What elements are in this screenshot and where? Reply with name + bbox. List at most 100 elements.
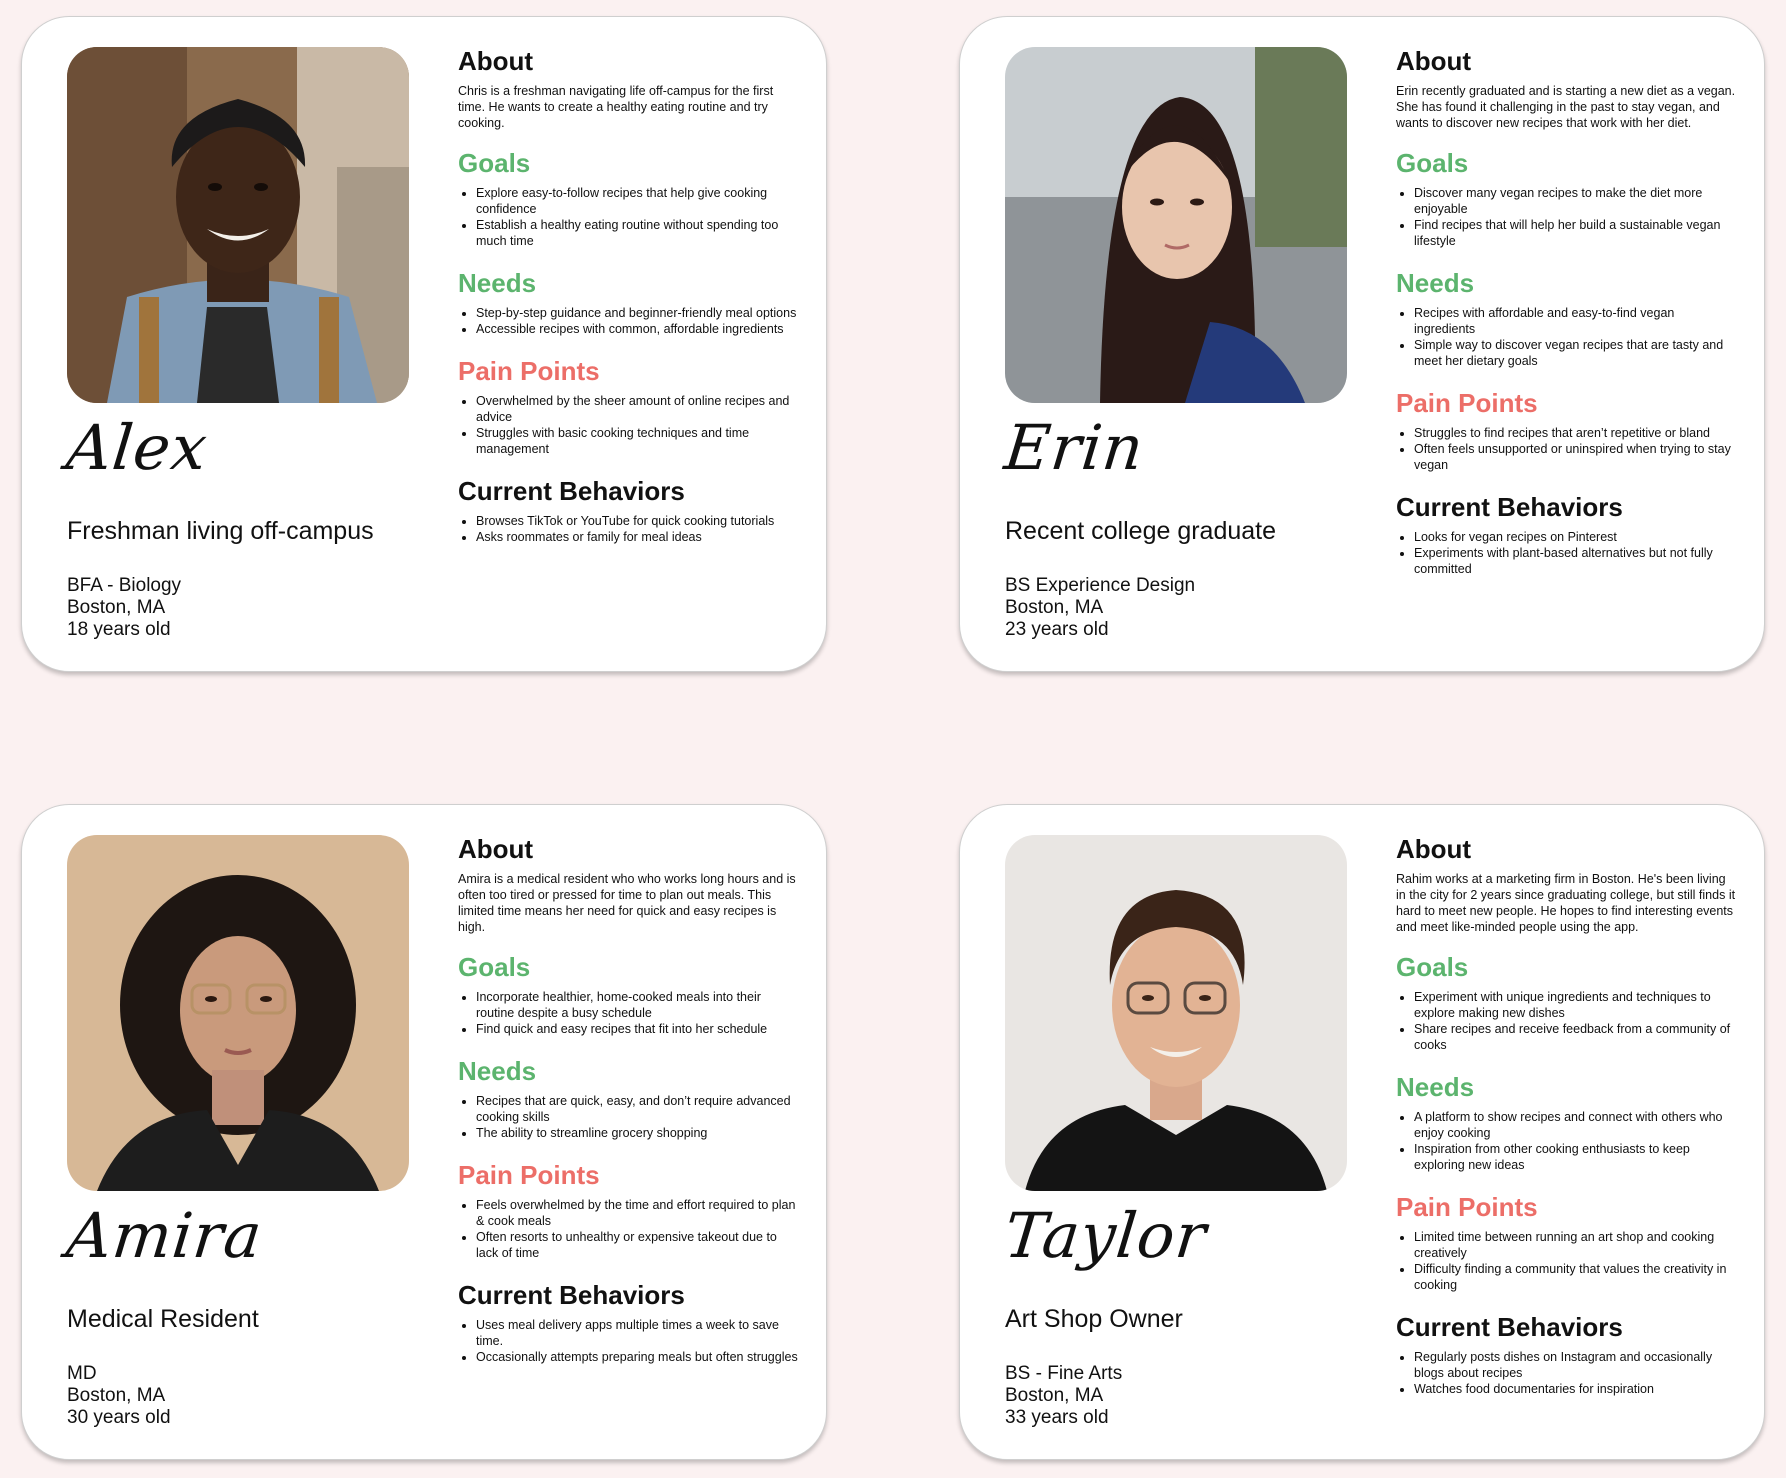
list-item: Inspiration from other cooking enthusias… (1414, 1141, 1736, 1173)
pain-points-list: Struggles to find recipes that aren’t re… (1396, 425, 1736, 473)
list-item: Incorporate healthier, home-cooked meals… (476, 989, 798, 1021)
pain-points-list: Limited time between running an art shop… (1396, 1229, 1736, 1293)
list-item: Find recipes that will help her build a … (1414, 217, 1736, 249)
persona-details: BFA - Biology Boston, MA 18 years old (67, 575, 181, 641)
persona-profile-sections: About Rahim works at a marketing firm in… (1396, 833, 1736, 1415)
about-text: Rahim works at a marketing firm in Bosto… (1396, 872, 1736, 934)
persona-role: Freshman living off-campus (67, 517, 374, 545)
persona-profile-sections: About Erin recently graduated and is sta… (1396, 45, 1736, 595)
current-behaviors-heading: Current Behaviors (458, 476, 685, 506)
persona-name: Taylor (1001, 1199, 1211, 1272)
needs-heading: Needs (458, 1056, 537, 1086)
pain-points-list: Overwhelmed by the sheer amount of onlin… (458, 393, 798, 457)
persona-name: Erin (1001, 411, 1148, 484)
behaviors-list: Browses TikTok or YouTube for quick cook… (458, 513, 798, 545)
goals-heading: Goals (458, 952, 531, 982)
list-item: Simple way to discover vegan recipes tha… (1414, 337, 1736, 369)
about-text: Amira is a medical resident who who work… (458, 872, 796, 934)
persona-details: MD Boston, MA 30 years old (67, 1363, 171, 1429)
about-text: Erin recently graduated and is starting … (1396, 84, 1736, 130)
list-item: Looks for vegan recipes on Pinterest (1414, 529, 1736, 545)
list-item: Occasionally attempts preparing meals bu… (476, 1349, 798, 1365)
persona-details: BS - Fine Arts Boston, MA 33 years old (1005, 1363, 1122, 1429)
current-behaviors-heading: Current Behaviors (1396, 492, 1623, 522)
persona-age: 23 years old (1005, 619, 1109, 640)
persona-name: Amira (63, 1199, 266, 1272)
list-item: Recipes that are quick, easy, and don’t … (476, 1093, 798, 1125)
needs-heading: Needs (1396, 1072, 1475, 1102)
persona-age: 30 years old (67, 1407, 171, 1428)
list-item: Often resorts to unhealthy or expensive … (476, 1229, 798, 1261)
persona-degree: MD (67, 1363, 97, 1384)
needs-heading: Needs (1396, 268, 1475, 298)
persona-photo-erin (1005, 47, 1347, 403)
pain-points-list: Feels overwhelmed by the time and effort… (458, 1197, 798, 1261)
list-item: Watches food documentaries for inspirati… (1414, 1381, 1736, 1397)
about-heading: About (458, 834, 534, 864)
persona-degree: BS - Fine Arts (1005, 1363, 1123, 1384)
persona-age: 33 years old (1005, 1407, 1109, 1428)
list-item: Uses meal delivery apps multiple times a… (476, 1317, 798, 1349)
persona-details: BS Experience Design Boston, MA 23 years… (1005, 575, 1195, 641)
list-item: A platform to show recipes and connect w… (1414, 1109, 1736, 1141)
list-item: Regularly posts dishes on Instagram and … (1414, 1349, 1736, 1381)
persona-location: Boston, MA (67, 597, 166, 618)
pain-points-heading: Pain Points (458, 1160, 600, 1190)
list-item: Often feels unsupported or uninspired wh… (1414, 441, 1736, 473)
persona-profile-sections: About Chris is a freshman navigating lif… (458, 45, 798, 563)
goals-heading: Goals (1396, 148, 1469, 178)
behaviors-list: Looks for vegan recipes on Pinterest Exp… (1396, 529, 1736, 577)
persona-card-amira: Amira Medical Resident MD Boston, MA 30 … (21, 804, 827, 1460)
persona-photo-amira (67, 835, 409, 1191)
persona-profile-sections: About Amira is a medical resident who wh… (458, 833, 798, 1383)
needs-list: Step-by-step guidance and beginner-frien… (458, 305, 798, 337)
persona-age: 18 years old (67, 619, 171, 640)
list-item: Difficulty finding a community that valu… (1414, 1261, 1736, 1293)
persona-photo-taylor (1005, 835, 1347, 1191)
behaviors-list: Uses meal delivery apps multiple times a… (458, 1317, 798, 1365)
list-item: Experiment with unique ingredients and t… (1414, 989, 1736, 1021)
list-item: Overwhelmed by the sheer amount of onlin… (476, 393, 798, 425)
persona-card-alex: Alex Freshman living off-campus BFA - Bi… (21, 16, 827, 672)
list-item: Feels overwhelmed by the time and effort… (476, 1197, 798, 1229)
pain-points-heading: Pain Points (458, 356, 600, 386)
needs-list: Recipes that are quick, easy, and don’t … (458, 1093, 798, 1141)
list-item: Step-by-step guidance and beginner-frien… (476, 305, 798, 321)
goals-list: Experiment with unique ingredients and t… (1396, 989, 1736, 1053)
about-heading: About (1396, 46, 1472, 76)
persona-name: Alex (63, 411, 212, 484)
list-item: Struggles with basic cooking techniques … (476, 425, 798, 457)
list-item: Find quick and easy recipes that fit int… (476, 1021, 798, 1037)
list-item: Experiments with plant-based alternative… (1414, 545, 1736, 577)
behaviors-list: Regularly posts dishes on Instagram and … (1396, 1349, 1736, 1397)
goals-list: Explore easy-to-follow recipes that help… (458, 185, 798, 249)
list-item: Accessible recipes with common, affordab… (476, 321, 798, 337)
persona-degree: BFA - Biology (67, 575, 182, 596)
needs-heading: Needs (458, 268, 537, 298)
persona-photo-alex (67, 47, 409, 403)
list-item: Struggles to find recipes that aren’t re… (1414, 425, 1736, 441)
about-heading: About (458, 46, 534, 76)
needs-list: A platform to show recipes and connect w… (1396, 1109, 1736, 1173)
goals-heading: Goals (458, 148, 531, 178)
persona-role: Recent college graduate (1005, 517, 1277, 545)
persona-location: Boston, MA (1005, 597, 1104, 618)
list-item: Browses TikTok or YouTube for quick cook… (476, 513, 798, 529)
list-item: Explore easy-to-follow recipes that help… (476, 185, 798, 217)
about-heading: About (1396, 834, 1472, 864)
list-item: Recipes with affordable and easy-to-find… (1414, 305, 1736, 337)
goals-heading: Goals (1396, 952, 1469, 982)
list-item: Discover many vegan recipes to make the … (1414, 185, 1736, 217)
persona-role: Medical Resident (67, 1305, 259, 1333)
current-behaviors-heading: Current Behaviors (458, 1280, 685, 1310)
goals-list: Discover many vegan recipes to make the … (1396, 185, 1736, 249)
list-item: The ability to streamline grocery shoppi… (476, 1125, 798, 1141)
persona-role: Art Shop Owner (1005, 1305, 1183, 1333)
persona-degree: BS Experience Design (1005, 575, 1196, 596)
current-behaviors-heading: Current Behaviors (1396, 1312, 1623, 1342)
list-item: Asks roommates or family for meal ideas (476, 529, 798, 545)
list-item: Limited time between running an art shop… (1414, 1229, 1736, 1261)
about-text: Chris is a freshman navigating life off-… (458, 84, 774, 130)
list-item: Establish a healthy eating routine witho… (476, 217, 798, 249)
persona-card-erin: Erin Recent college graduate BS Experien… (959, 16, 1765, 672)
